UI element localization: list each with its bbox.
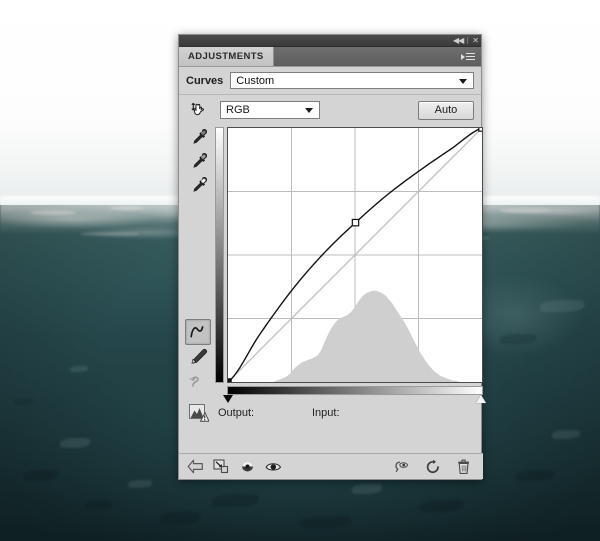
curve-control-point[interactable]: [228, 378, 232, 382]
panel-menu-triangle-icon: [461, 53, 465, 60]
eyedropper-white-point-icon[interactable]: [186, 173, 210, 197]
input-label: Input:: [312, 407, 340, 419]
channel-select[interactable]: RGB: [220, 101, 320, 119]
titlebar-buttons: ◀◀ ✕: [453, 35, 479, 46]
pencil-draw-curve-icon[interactable]: [186, 345, 210, 369]
eyedropper-black-point-icon[interactable]: [186, 125, 210, 149]
close-panel-button[interactable]: ✕: [472, 36, 479, 45]
curve-readout: Output: Input:: [179, 401, 493, 425]
smooth-curve-icon[interactable]: [186, 369, 210, 393]
bottom-bar-left-group: [179, 458, 282, 475]
panel-bottom-bar: [179, 453, 483, 479]
collapse-to-icons-button[interactable]: ◀◀: [453, 36, 464, 45]
auto-button-label: Auto: [434, 104, 458, 116]
auto-button[interactable]: Auto: [418, 100, 474, 120]
curve-point-tool-icon[interactable]: [185, 319, 211, 345]
return-to-adjustment-list-icon[interactable]: [187, 458, 204, 475]
adjustment-name-label: Curves: [186, 74, 224, 87]
bottom-bar-right-group: [393, 458, 483, 475]
titlebar-divider: [467, 37, 469, 44]
toggle-layer-visibility-eye-half-icon[interactable]: [239, 458, 256, 475]
clip-to-layer-icon[interactable]: [213, 458, 230, 475]
view-previous-state-icon[interactable]: [393, 458, 410, 475]
curve-control-point[interactable]: [478, 128, 482, 132]
input-gradient-bar: [227, 386, 483, 395]
output-gradient-bar: [215, 127, 224, 383]
curve-control-point[interactable]: [351, 218, 360, 227]
curves-toolbar: [183, 125, 213, 393]
panel-tab-bar: ADJUSTMENTS: [179, 47, 481, 67]
tab-adjustments-label: ADJUSTMENTS: [188, 51, 264, 62]
curves-body: Output: Input:: [179, 125, 486, 422]
curve-grid[interactable]: [227, 127, 483, 383]
adjustments-panel: ◀◀ ✕ ADJUSTMENTS Curves Custom RGB Auto …: [178, 34, 486, 480]
chevron-down-icon: [305, 108, 313, 113]
delete-adjustment-layer-icon[interactable]: [455, 458, 472, 475]
adjustment-header: Curves Custom: [179, 67, 481, 95]
on-image-adjustment-icon[interactable]: [189, 99, 211, 121]
channel-select-value: RGB: [226, 104, 250, 116]
input-label-group: Input:: [312, 407, 377, 419]
tab-adjustments[interactable]: ADJUSTMENTS: [179, 47, 274, 66]
histogram-uncached-warning-icon[interactable]: [189, 404, 210, 422]
reset-adjustment-icon[interactable]: [424, 458, 441, 475]
panel-titlebar: ◀◀ ✕: [179, 35, 481, 47]
eyedropper-gray-point-icon[interactable]: [186, 149, 210, 173]
output-label: Output:: [218, 407, 255, 419]
panel-menu-lines-icon: [466, 52, 475, 61]
panel-menu-icon[interactable]: [461, 50, 477, 63]
chevron-down-icon: [459, 78, 467, 84]
preview-eye-icon[interactable]: [265, 458, 282, 475]
preset-select[interactable]: Custom: [230, 72, 474, 89]
channel-row: RGB Auto: [179, 95, 481, 125]
output-label-group: Output:: [218, 407, 312, 419]
preset-select-value: Custom: [236, 74, 275, 87]
